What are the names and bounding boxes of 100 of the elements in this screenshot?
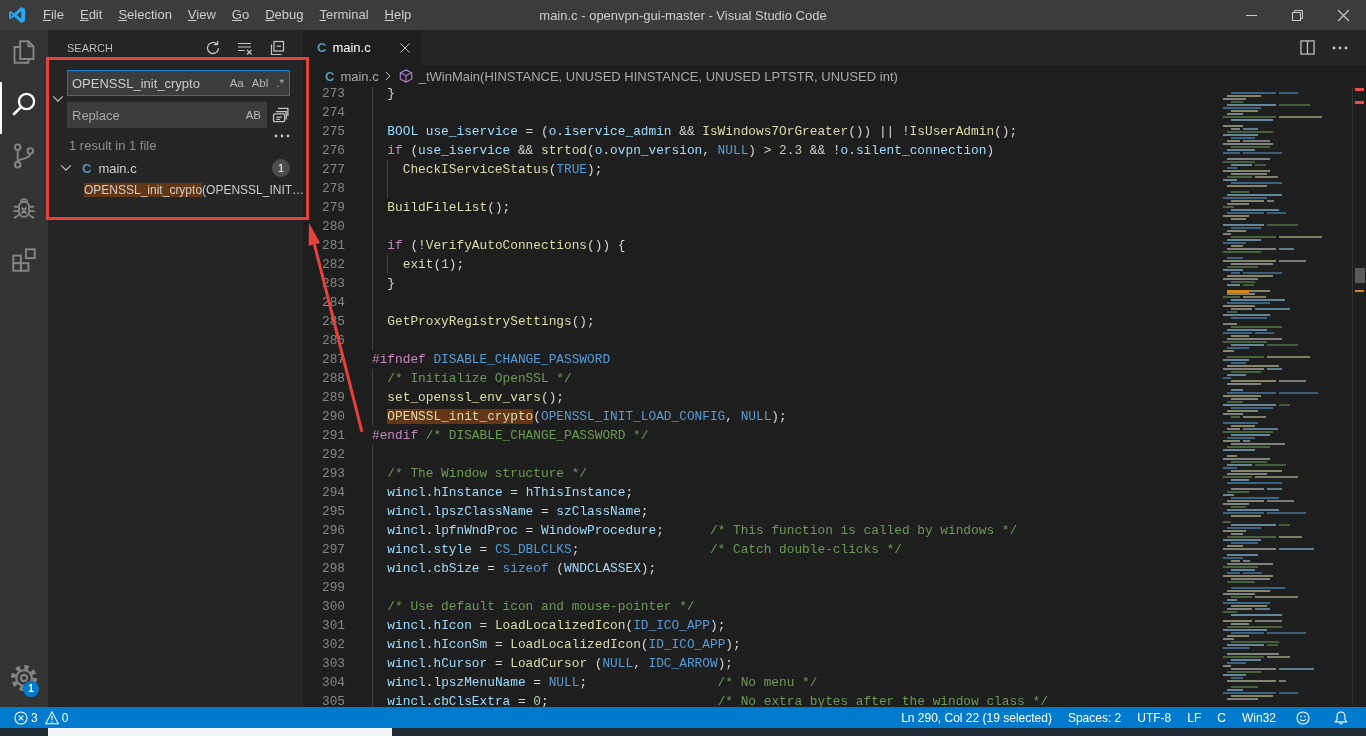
app-logo-icon bbox=[9, 7, 25, 23]
documents-icon bbox=[12, 40, 36, 64]
problems-button[interactable]: 3 0 bbox=[14, 710, 73, 725]
line-number: 273 bbox=[321, 87, 345, 103]
result-summary: 1 result in 1 file bbox=[68, 138, 158, 154]
replace-all-icon[interactable] bbox=[273, 107, 289, 123]
file-type-icon: C bbox=[82, 160, 92, 176]
line-number: 288 bbox=[321, 370, 345, 388]
error-icon bbox=[14, 710, 28, 725]
search-icon bbox=[12, 92, 36, 116]
file-name[interactable]: main.c bbox=[98, 160, 137, 176]
status-item[interactable]: Ln 290, Col 22 (19 selected) bbox=[893, 710, 1060, 725]
line-number: 282 bbox=[321, 256, 345, 274]
menu-item[interactable]: Help bbox=[376, 0, 420, 30]
option-toggle[interactable]: .* bbox=[274, 74, 286, 92]
code-line: GetProxyRegistrySettings(); bbox=[387, 313, 595, 331]
line-number: 274 bbox=[321, 104, 345, 122]
split-editor-icon[interactable] bbox=[1300, 40, 1315, 55]
collapse-all-icon[interactable] bbox=[269, 39, 285, 56]
menu-item[interactable]: Go bbox=[223, 0, 258, 30]
code-line: wincl.hCursor = LoadCursor (NULL, IDC_ARROW); bbox=[387, 655, 733, 673]
code-line: wincl.hIcon = LoadLocalizedIcon(ID_ICO_APP); bbox=[387, 617, 726, 635]
close-icon[interactable] bbox=[399, 41, 411, 54]
count-badge: 1 bbox=[23, 681, 39, 697]
refresh-icon[interactable] bbox=[205, 39, 221, 56]
status-item[interactable]: Win32 bbox=[1234, 710, 1284, 725]
replace-field[interactable]: Replace AB bbox=[67, 102, 267, 128]
panel-title: SEARCH bbox=[67, 41, 114, 54]
code-line: } bbox=[387, 275, 396, 293]
code-line: wincl.cbClsExtra = 0; /* No extra bytes after the window class */ bbox=[387, 693, 1048, 707]
cube-icon bbox=[398, 69, 413, 83]
branch-icon bbox=[12, 144, 36, 168]
code-line: exit(1); bbox=[402, 256, 465, 274]
warning-icon bbox=[44, 710, 59, 725]
line-number: 276 bbox=[321, 142, 345, 160]
code-line: wincl.lpfnWndProc = WindowProcedure; /* This function is called by windows */ bbox=[387, 522, 1018, 540]
bug-icon bbox=[12, 196, 36, 220]
breadcrumb-item[interactable]: C main.c bbox=[325, 68, 379, 84]
minimize-icon[interactable] bbox=[1245, 14, 1257, 16]
code-line: if (!VerifyAutoConnections()) { bbox=[387, 237, 626, 255]
menu-item[interactable]: View bbox=[179, 0, 224, 30]
count-badge: 1 bbox=[272, 159, 290, 177]
code-line: BuildFileList(); bbox=[387, 199, 511, 217]
option-toggle[interactable]: Abl bbox=[249, 74, 271, 92]
line-number: 298 bbox=[321, 560, 345, 578]
editor-tab[interactable]: C main.c bbox=[303, 30, 422, 65]
menu-item[interactable]: Debug bbox=[257, 0, 312, 30]
line-number: 294 bbox=[321, 484, 345, 502]
menu-item[interactable]: Edit bbox=[71, 0, 111, 30]
line-number: 291 bbox=[321, 427, 345, 445]
menu-item[interactable]: File bbox=[35, 0, 72, 30]
line-number: 275 bbox=[321, 123, 345, 141]
code-line: /* Initialize OpenSSL */ bbox=[387, 370, 572, 388]
restore-icon[interactable] bbox=[1291, 9, 1303, 21]
search-result[interactable]: OPENSSL_init_crypto(OPENSSL_INIT… bbox=[84, 180, 305, 200]
line-number: 277 bbox=[321, 161, 345, 179]
search-field[interactable]: OPENSSL_init_crypto Aa Abl .* bbox=[67, 70, 290, 96]
status-item[interactable]: UTF-8 bbox=[1129, 710, 1180, 725]
code-line: /* The Window structure */ bbox=[387, 465, 588, 483]
code-line: set_openssl_env_vars(); bbox=[387, 389, 564, 407]
code-line: CheckIServiceStatus(TRUE); bbox=[402, 161, 603, 179]
status-item[interactable]: C bbox=[1209, 710, 1234, 725]
settings-icon[interactable] bbox=[11, 665, 37, 691]
line-number: 295 bbox=[321, 503, 345, 521]
code-line: wincl.lpszClassName = szClassName; bbox=[387, 503, 649, 521]
code-line: wincl.lpszMenuName = NULL; /* No menu */ bbox=[387, 674, 818, 692]
code-line: OPENSSL_init_crypto(OPENSSL_INIT_LOAD_CONFIG, NULL); bbox=[387, 408, 787, 426]
status-item[interactable]: LF bbox=[1179, 710, 1210, 725]
code-line: /* Use default icon and mouse-pointer */ bbox=[387, 598, 695, 616]
line-number: 289 bbox=[321, 389, 345, 407]
menu-item[interactable]: Selection bbox=[110, 0, 180, 30]
code-line: } bbox=[387, 87, 396, 103]
line-number: 302 bbox=[321, 636, 345, 654]
code-line: #ifndef DISABLE_CHANGE_PASSWORD bbox=[372, 351, 611, 369]
bell-icon[interactable] bbox=[1334, 710, 1348, 725]
line-number: 280 bbox=[321, 218, 345, 236]
ellipsis-icon[interactable] bbox=[1332, 45, 1348, 50]
window-title: main.c - openvpn-gui-master - Visual Studio Code bbox=[539, 7, 827, 23]
line-number: 281 bbox=[321, 237, 345, 255]
smiley-icon[interactable] bbox=[1296, 710, 1310, 725]
status-item[interactable]: Spaces: 2 bbox=[1059, 710, 1130, 725]
option-toggle[interactable]: AB bbox=[243, 106, 263, 124]
file-type-icon: C bbox=[317, 40, 327, 55]
line-number: 300 bbox=[321, 598, 345, 616]
menu-item[interactable]: Terminal bbox=[311, 0, 377, 30]
ellipsis-icon[interactable] bbox=[274, 134, 290, 138]
option-toggle[interactable]: Aa bbox=[227, 74, 246, 92]
breadcrumb-item[interactable]: _tWinMain(HINSTANCE, UNUSED HINSTANCE, UNUSED LPTSTR, UNUSED int) bbox=[398, 68, 898, 84]
taskbar-field[interactable] bbox=[48, 728, 392, 736]
line-number: 299 bbox=[321, 579, 345, 597]
line-number: 292 bbox=[321, 446, 345, 464]
line-number: 296 bbox=[321, 522, 345, 540]
line-number: 278 bbox=[321, 180, 345, 198]
code-line: if (use_iservice && strtod(o.ovpn_version, NULL) > 2.3 && !o.silent_connection) bbox=[387, 142, 995, 160]
line-number: 301 bbox=[321, 617, 345, 635]
line-number: 305 bbox=[321, 693, 345, 707]
line-number: 290 bbox=[321, 408, 345, 426]
close-icon[interactable] bbox=[1337, 9, 1349, 21]
line-number: 279 bbox=[321, 199, 345, 217]
code-line: wincl.hIconSm = LoadLocalizedIcon(ID_ICO_APP); bbox=[387, 636, 741, 654]
